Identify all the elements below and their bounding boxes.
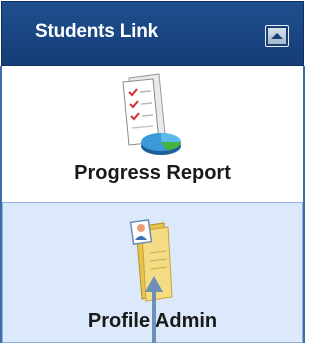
panel-right-border: [303, 66, 305, 343]
collapse-button[interactable]: [265, 25, 289, 47]
pointer-arrow-icon: [145, 276, 163, 343]
progress-report-label: Progress Report: [74, 162, 231, 184]
report-chart-icon: [122, 73, 181, 155]
panel-header: Students Link: [1, 1, 304, 66]
progress-report-link[interactable]: Progress Report: [2, 66, 303, 196]
chevron-up-icon: [271, 33, 283, 39]
panel-title: Students Link: [35, 21, 159, 42]
students-link-panel: Students Link Progress Report Profile Ad…: [0, 0, 305, 343]
